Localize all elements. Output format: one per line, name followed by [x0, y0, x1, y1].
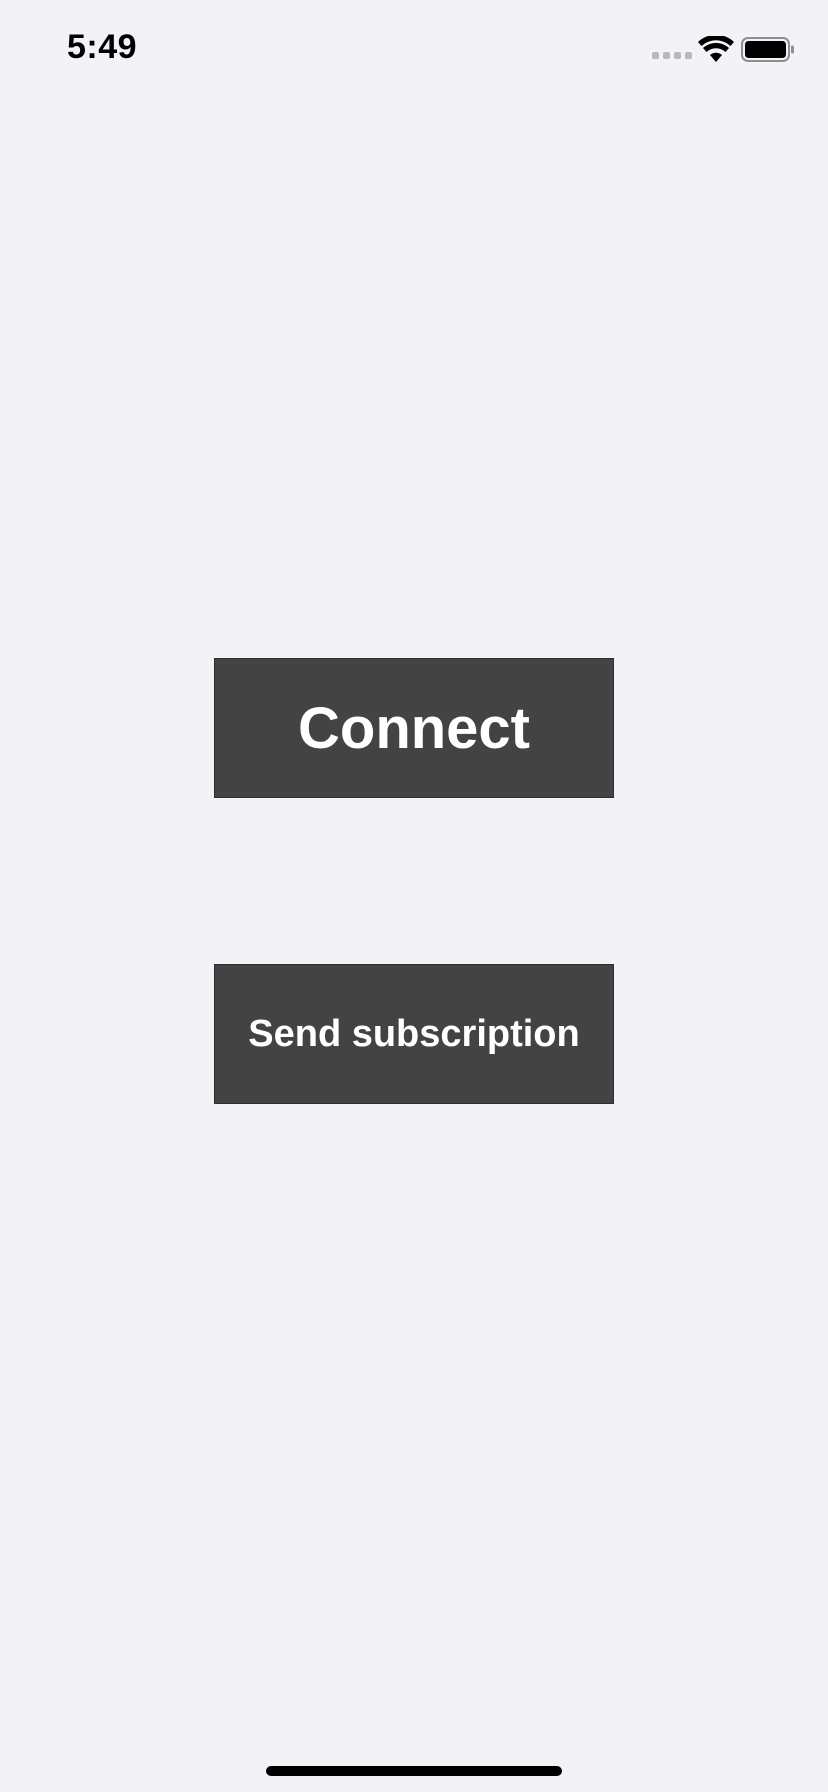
battery-icon: [741, 37, 794, 62]
status-bar: 5:49: [0, 0, 828, 100]
status-time: 5:49: [67, 28, 138, 66]
connect-button[interactable]: Connect: [214, 658, 614, 798]
send-subscription-button[interactable]: Send subscription: [214, 964, 614, 1104]
home-indicator[interactable]: [266, 1766, 562, 1776]
cellular-signal-icon: [652, 52, 692, 59]
wifi-icon: [698, 36, 734, 62]
